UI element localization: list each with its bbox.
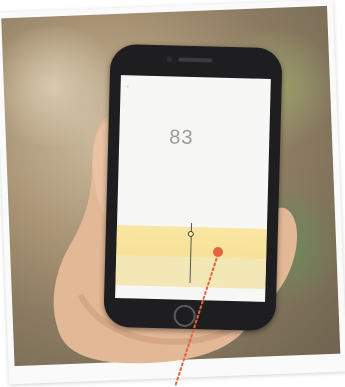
callout-leader-line xyxy=(174,253,219,387)
callout-marker-icon xyxy=(213,247,223,257)
photo-scene: ‹ 83 xyxy=(0,0,345,387)
